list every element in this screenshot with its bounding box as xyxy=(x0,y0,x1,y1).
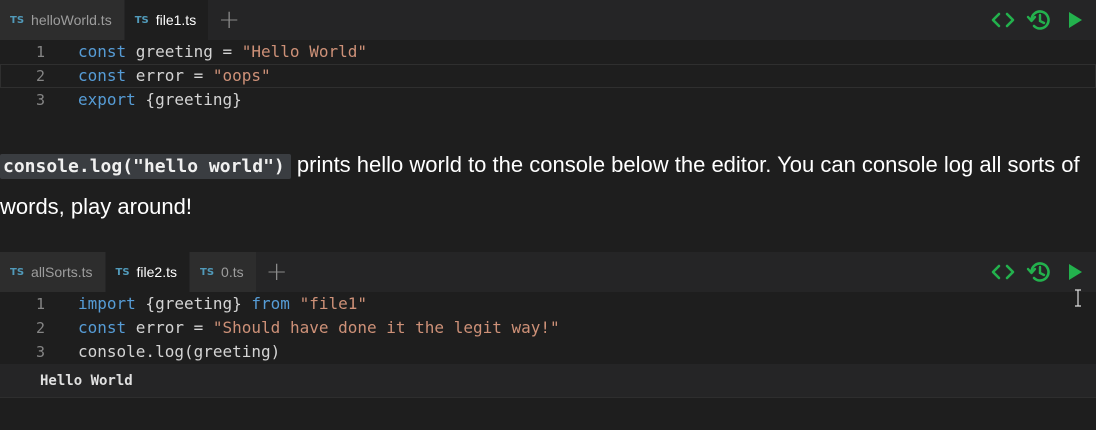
tab-file2[interactable]: TS file2.ts xyxy=(105,252,190,292)
tab-label: allSorts.ts xyxy=(31,264,93,280)
editor-file1: TS helloWorld.ts TS file1.ts + 1 const g… xyxy=(0,0,1096,112)
inline-code: console.log("hello world") xyxy=(0,154,291,179)
line-number: 3 xyxy=(35,343,45,361)
code-line[interactable]: 3 export {greeting} xyxy=(0,88,1096,112)
typescript-icon: TS xyxy=(10,266,25,278)
tab-bar: TS helloWorld.ts TS file1.ts + xyxy=(0,0,1096,40)
typescript-icon: TS xyxy=(134,14,149,26)
tab-allsorts[interactable]: TS allSorts.ts xyxy=(0,252,106,292)
tab-label: file1.ts xyxy=(155,12,197,28)
history-icon[interactable] xyxy=(1026,259,1052,285)
line-number: 1 xyxy=(35,295,45,313)
line-number: 2 xyxy=(35,67,45,85)
add-tab-button[interactable]: + xyxy=(209,0,249,40)
code-brackets-icon[interactable] xyxy=(990,7,1016,33)
description-paragraph: console.log("hello world") prints hello … xyxy=(0,145,1096,227)
code-line[interactable]: 2 const error = "oops" xyxy=(0,64,1096,88)
typescript-icon: TS xyxy=(115,266,130,278)
line-number: 2 xyxy=(35,319,45,337)
code-line[interactable]: 3 console.log(greeting) xyxy=(0,340,1096,364)
typescript-icon: TS xyxy=(10,14,25,26)
add-tab-button[interactable]: + xyxy=(257,252,297,292)
line-content: const error = "oops" xyxy=(78,66,271,85)
code-area[interactable]: 1 import {greeting} from "file1" 2 const… xyxy=(0,292,1096,364)
run-icon[interactable] xyxy=(1062,259,1088,285)
tab-label: 0.ts xyxy=(221,264,244,280)
line-content: console.log(greeting) xyxy=(78,342,281,361)
line-number: 3 xyxy=(35,91,45,109)
code-brackets-icon[interactable] xyxy=(990,259,1016,285)
editor-toolbar xyxy=(990,0,1088,40)
tab-bar: TS allSorts.ts TS file2.ts TS 0.ts + xyxy=(0,252,1096,292)
text-cursor-icon xyxy=(1075,289,1081,307)
console-output: Hello World xyxy=(0,364,1096,398)
editor-toolbar xyxy=(990,252,1088,292)
line-content: const error = "Should have done it the l… xyxy=(78,318,560,337)
history-icon[interactable] xyxy=(1026,7,1052,33)
tab-label: file2.ts xyxy=(136,264,177,280)
tab-0[interactable]: TS 0.ts xyxy=(190,252,257,292)
code-line[interactable]: 1 import {greeting} from "file1" xyxy=(0,292,1096,316)
tab-label: helloWorld.ts xyxy=(31,12,112,28)
tab-file1[interactable]: TS file1.ts xyxy=(124,0,210,40)
code-line[interactable]: 2 const error = "Should have done it the… xyxy=(0,316,1096,340)
editor-file2: TS allSorts.ts TS file2.ts TS 0.ts + 1 i… xyxy=(0,252,1096,364)
line-number: 1 xyxy=(35,43,45,61)
typescript-icon: TS xyxy=(200,266,215,278)
code-area[interactable]: 1 const greeting = "Hello World" 2 const… xyxy=(0,40,1096,112)
tab-helloworld[interactable]: TS helloWorld.ts xyxy=(0,0,125,40)
run-icon[interactable] xyxy=(1062,7,1088,33)
line-content: import {greeting} from "file1" xyxy=(78,294,367,313)
line-content: const greeting = "Hello World" xyxy=(78,42,367,61)
code-line[interactable]: 1 const greeting = "Hello World" xyxy=(0,40,1096,64)
line-content: export {greeting} xyxy=(78,90,242,109)
